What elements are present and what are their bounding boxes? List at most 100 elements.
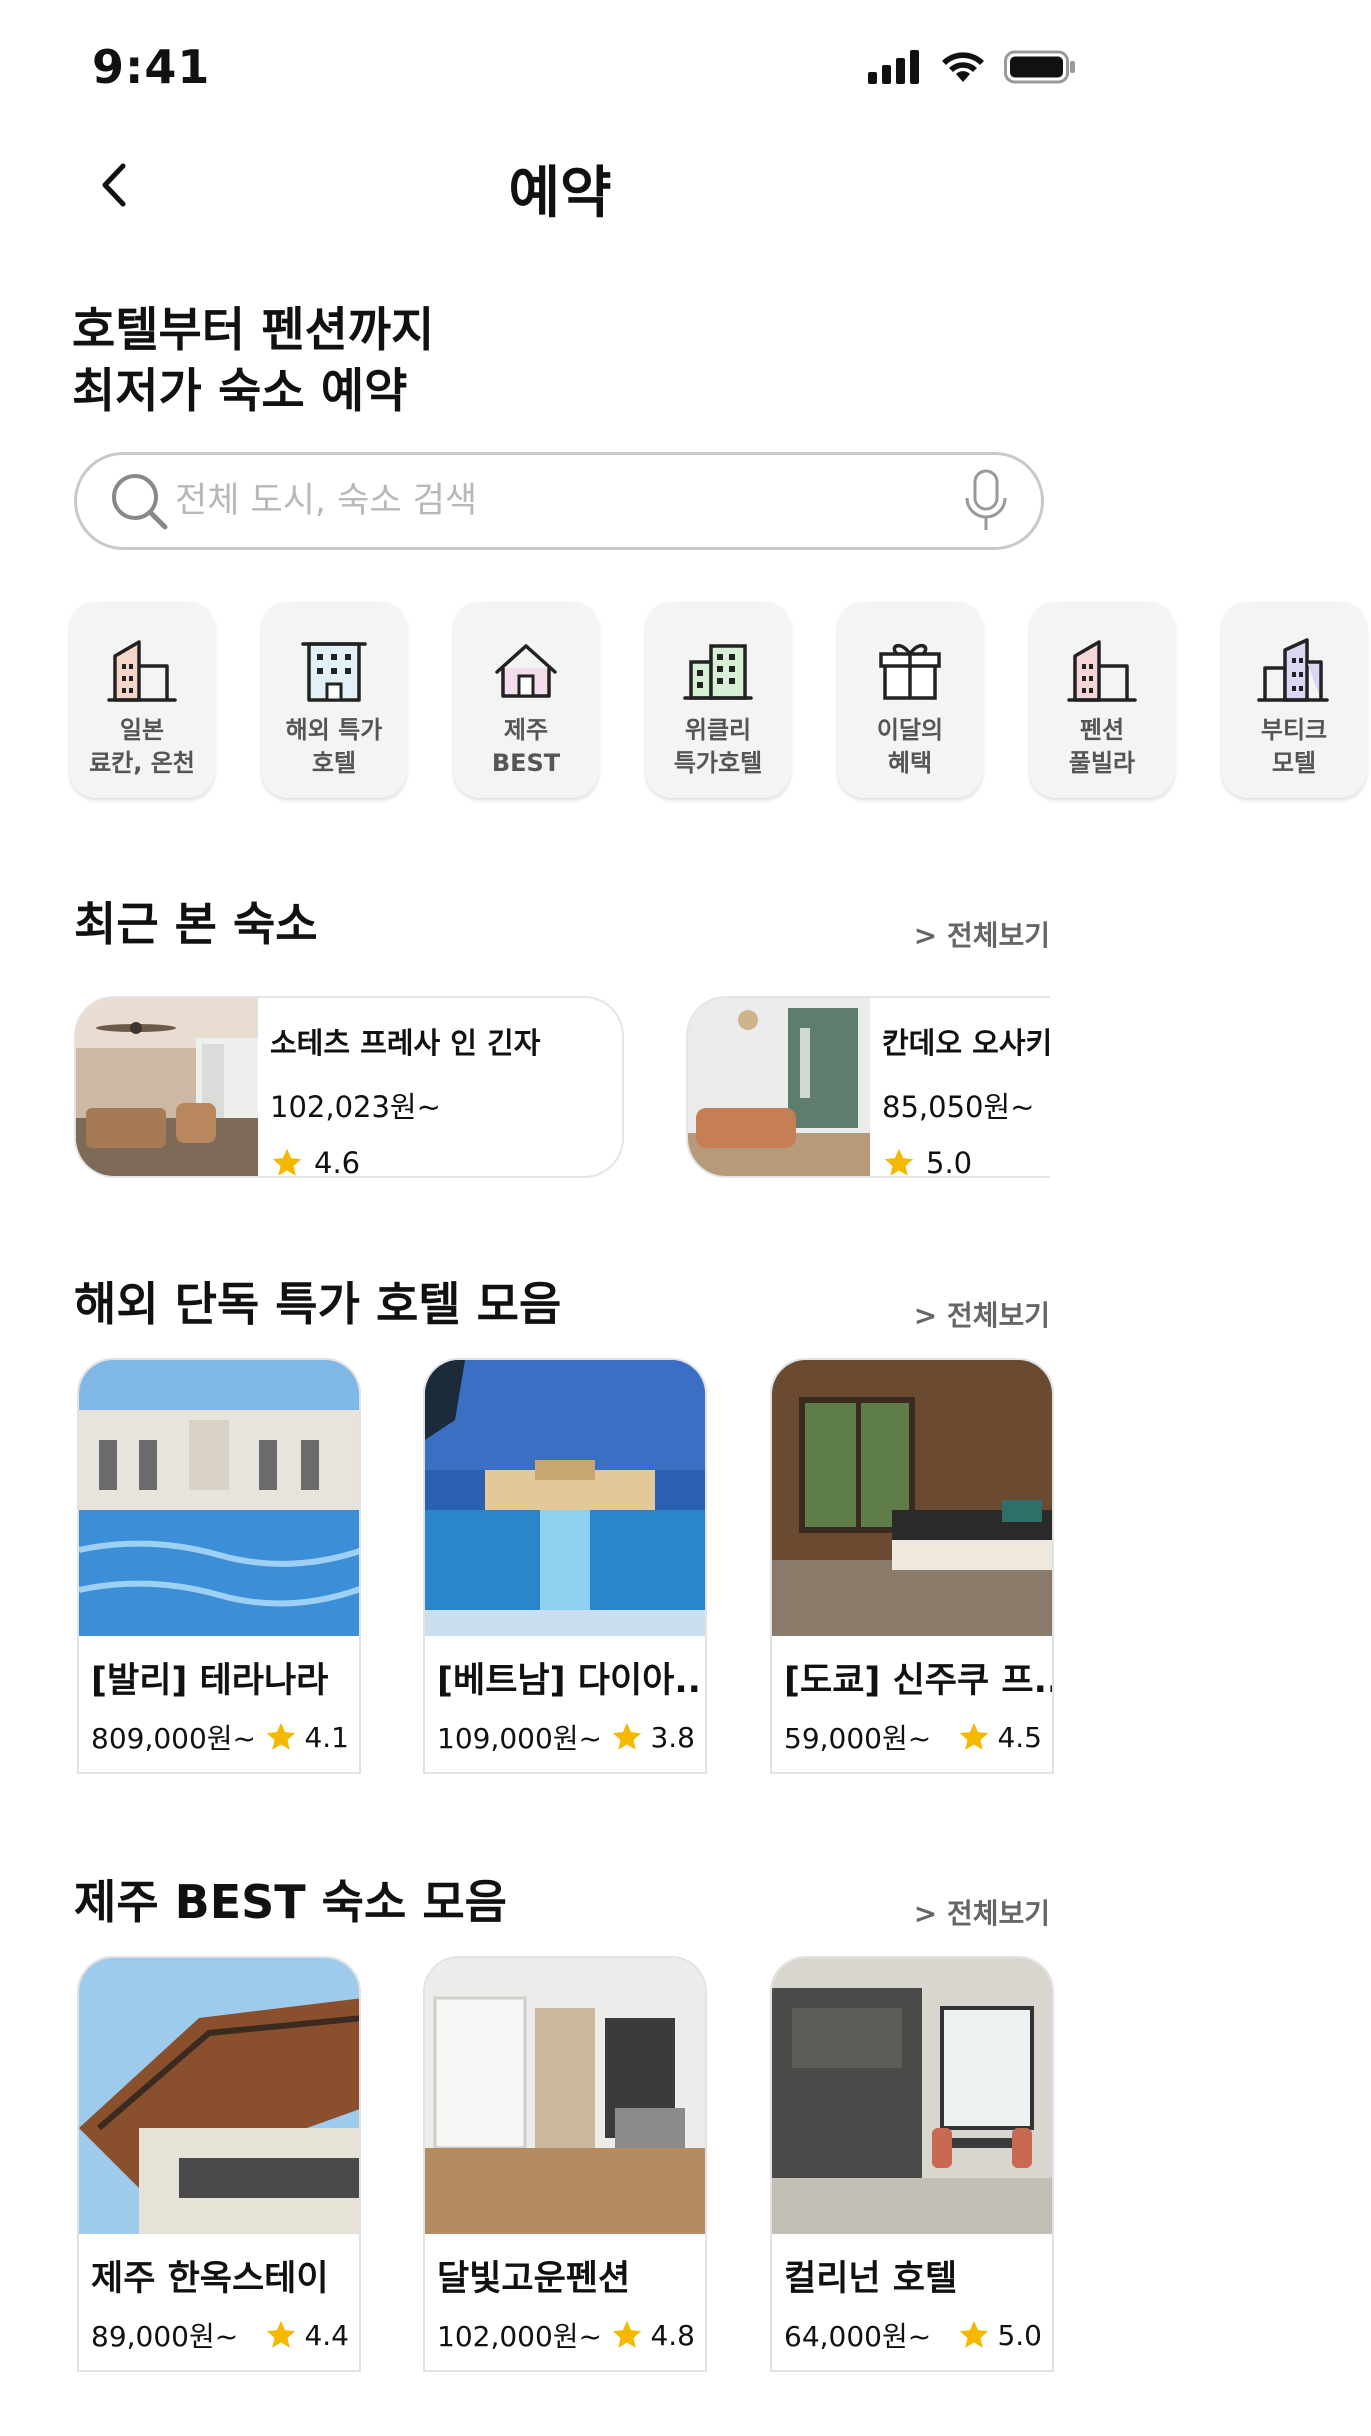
status-bar: 9:41 xyxy=(0,0,1371,120)
recent-hotel-price: 85,050원~ xyxy=(882,1090,1035,1124)
wifi-icon xyxy=(942,52,984,82)
hotel-meta: 102,000원~ 4.8 xyxy=(437,2315,695,2355)
hotel-card[interactable]: [도쿄] 신주쿠 프.. 59,000원~ 4.5 xyxy=(770,1358,1054,1774)
category-jeju-best[interactable]: 제주 BEST xyxy=(454,602,598,798)
building-icon xyxy=(107,640,177,702)
hotel-price: 64,000원~ xyxy=(784,2320,932,2353)
hero-line-2: 최저가 숙소 예약 xyxy=(72,364,408,419)
search-icon xyxy=(112,474,168,530)
hotel-meta: 59,000원~ 4.5 xyxy=(784,1717,1042,1757)
lounge-photo xyxy=(688,998,870,1176)
recent-see-all-link[interactable]: > 전체보기 xyxy=(880,914,1050,954)
overseas-see-all-link[interactable]: > 전체보기 xyxy=(880,1294,1050,1334)
kitchen-photo xyxy=(772,1958,1052,2234)
recent-hotel-rating: 5.0 xyxy=(882,1146,1050,1178)
hotel-card[interactable]: 제주 한옥스테이 89,000원~ 4.4 xyxy=(77,1956,361,2372)
star-icon xyxy=(613,1722,642,1750)
recent-hotel-rating: 4.6 xyxy=(270,1146,540,1178)
hotel-price: 89,000원~ xyxy=(91,2320,239,2353)
vietnam-resort-photo xyxy=(425,1360,705,1636)
rating-value: 4.8 xyxy=(650,2318,695,2352)
pension-interior-photo xyxy=(425,1958,705,2234)
jeju-see-all-link[interactable]: > 전체보기 xyxy=(880,1892,1050,1932)
hotel-card[interactable]: 달빛고운펜션 102,000원~ 4.8 xyxy=(423,1956,707,2372)
hotel-rating: 4.1 xyxy=(264,1720,349,1754)
star-icon xyxy=(960,2320,989,2348)
battery-icon xyxy=(1004,50,1075,84)
office-building-icon xyxy=(683,644,753,700)
recent-card-info: 소테츠 프레사 인 긴자 102,023원~ 4.6 xyxy=(258,998,540,1176)
page-title: 예약 xyxy=(508,161,612,226)
jeju-section-title: 제주 BEST 숙소 모음 xyxy=(74,1875,507,1929)
hotel-meta: 89,000원~ 4.4 xyxy=(91,2315,349,2355)
hotel-icon xyxy=(301,642,367,702)
hotel-price: 59,000원~ xyxy=(784,1722,932,1755)
status-time: 9:41 xyxy=(92,40,211,94)
boutique-building-icon xyxy=(1257,638,1329,702)
hotel-name: [도쿄] 신주쿠 프.. xyxy=(784,1661,1052,1701)
recent-hotel-name: 소테츠 프레사 인 긴자 xyxy=(270,1026,541,1060)
star-icon xyxy=(613,2320,642,2348)
hero-heading: 호텔부터 펜션까지 최저가 숙소 예약 xyxy=(72,300,434,422)
overseas-section-title: 해외 단독 특가 호텔 모음 xyxy=(74,1277,562,1331)
category-boutique-motel[interactable]: 부티크 모텔 xyxy=(1222,602,1366,798)
hotel-price: 809,000원~ xyxy=(91,1722,257,1755)
category-weekly-deal[interactable]: 위클리 특가호텔 xyxy=(646,602,790,798)
rating-value: 4.4 xyxy=(304,2318,349,2352)
recent-hotel-name: 칸데오 오사키 xyxy=(882,1026,1050,1060)
recent-card[interactable]: 칸데오 오사키 85,050원~ 5.0 xyxy=(686,996,1050,1178)
hotel-card[interactable]: [발리] 테라나라 809,000원~ 4.1 xyxy=(77,1358,361,1774)
category-monthly-benefit[interactable]: 이달의 혜택 xyxy=(838,602,982,798)
hotel-rating: 5.0 xyxy=(957,2318,1042,2352)
hotel-card[interactable]: 컬리넌 호텔 64,000원~ 5.0 xyxy=(770,1956,1054,2372)
house-icon xyxy=(495,644,557,698)
hotel-meta: 109,000원~ 3.8 xyxy=(437,1717,695,1757)
hotel-card[interactable]: [베트남] 다이아.. 109,000원~ 3.8 xyxy=(423,1358,707,1774)
hotel-rating: 4.4 xyxy=(264,2318,349,2352)
living-room-photo xyxy=(76,998,258,1176)
hotel-name: 제주 한옥스테이 xyxy=(91,2259,329,2299)
hotel-meta: 809,000원~ 4.1 xyxy=(91,1717,349,1757)
rating-value: 4.1 xyxy=(304,1720,349,1754)
category-japan-ryokan[interactable]: 일본 료칸, 온천 xyxy=(70,602,214,798)
recent-card[interactable]: 소테츠 프레사 인 긴자 102,023원~ 4.6 xyxy=(74,996,624,1178)
hanok-stay-photo xyxy=(79,1958,359,2234)
cellular-signal-icon xyxy=(868,50,919,84)
hotel-name: [베트남] 다이아.. xyxy=(437,1661,701,1701)
hotel-name: [발리] 테라나라 xyxy=(91,1661,329,1701)
search-input[interactable] xyxy=(171,481,961,521)
star-icon xyxy=(884,1148,914,1176)
recent-card-info: 칸데오 오사키 85,050원~ 5.0 xyxy=(870,998,1050,1176)
recent-section-title: 최근 본 숙소 xyxy=(74,897,318,951)
gift-icon xyxy=(879,643,941,700)
category-pension-poolvilla[interactable]: 펜션 풀빌라 xyxy=(1030,602,1174,798)
category-label: 위클리 특가호텔 xyxy=(673,716,763,777)
status-icons xyxy=(868,50,1076,84)
hotel-price: 102,000원~ xyxy=(437,2320,603,2353)
pension-icon xyxy=(1067,640,1137,702)
hotel-rating: 3.8 xyxy=(610,1720,695,1754)
microphone-icon[interactable] xyxy=(961,468,1011,534)
star-icon xyxy=(267,2320,296,2348)
rating-value: 4.6 xyxy=(314,1146,361,1178)
category-label: 일본 료칸, 온천 xyxy=(89,716,195,777)
rating-value: 4.5 xyxy=(997,1720,1042,1754)
rating-value: 5.0 xyxy=(926,1146,973,1178)
category-overseas-hotel[interactable]: 해외 특가 호텔 xyxy=(262,602,406,798)
category-label: 해외 특가 호텔 xyxy=(285,716,383,777)
hotel-rating: 4.5 xyxy=(957,1720,1042,1754)
tokyo-bedroom-photo xyxy=(772,1360,1052,1636)
search-bar[interactable] xyxy=(74,452,1044,550)
star-icon xyxy=(272,1148,302,1176)
category-label: 부티크 모텔 xyxy=(1260,716,1328,777)
bali-pool-hotel-photo xyxy=(79,1360,359,1636)
rating-value: 3.8 xyxy=(650,1720,695,1754)
category-label: 펜션 풀빌라 xyxy=(1068,716,1136,777)
category-label: 제주 BEST xyxy=(491,716,561,777)
recent-hotel-price: 102,023원~ xyxy=(270,1090,441,1124)
hotel-price: 109,000원~ xyxy=(437,1722,603,1755)
category-row: 일본 료칸, 온천 해외 특가 호텔 제주 BEST 위클리 특가호텔 이달의 … xyxy=(68,602,1371,802)
hotel-meta: 64,000원~ 5.0 xyxy=(784,2315,1042,2355)
star-icon xyxy=(960,1722,989,1750)
rating-value: 5.0 xyxy=(997,2318,1042,2352)
